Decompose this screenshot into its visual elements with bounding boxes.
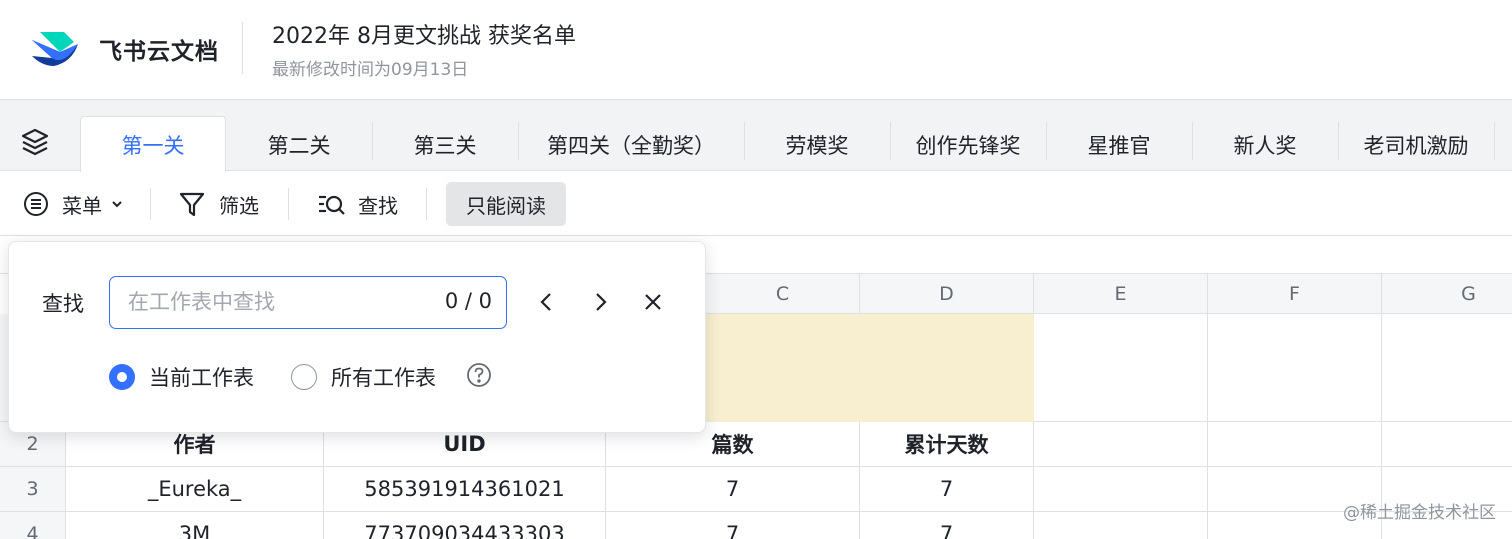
menu-label: 菜单 (62, 193, 102, 218)
filter-button[interactable]: 筛选 (177, 182, 259, 226)
radio-all-sheets-label: 所有工作表 (331, 366, 436, 390)
sheet-tab-6[interactable]: 创作先锋奖 (890, 118, 1046, 171)
app-header: 飞书云文档 2022年 8月更文挑战 获奖名单 最新修改时间为09月13日 (0, 0, 1512, 100)
table-cell[interactable]: 累计天数 (860, 422, 1034, 467)
table-cell[interactable]: 7 (606, 467, 860, 512)
column-header-f[interactable]: F (1208, 274, 1382, 314)
close-icon (645, 294, 661, 310)
row-header-4[interactable]: 4 (0, 512, 66, 539)
sheet-tab-9[interactable]: 老司机激励 (1338, 118, 1494, 171)
table-cell[interactable] (1208, 422, 1382, 467)
sheet-tab-8[interactable]: 新人奖 (1192, 118, 1338, 171)
search-input[interactable] (128, 277, 418, 327)
column-header-d[interactable]: D (860, 274, 1034, 314)
table-cell[interactable] (1034, 422, 1208, 467)
highlighted-title-cell[interactable] (706, 314, 1034, 422)
table-cell[interactable]: 7 (606, 512, 860, 539)
toolbar-divider (288, 188, 289, 220)
header-divider (242, 22, 243, 74)
sheet-tab-3[interactable]: 第三关 (372, 118, 518, 171)
sheet-tab-bar: 第一关 第二关 第三关 第四关（全勤奖） 劳模奖 创作先锋奖 星推官 新人奖 老… (0, 100, 1512, 172)
row-header-3[interactable]: 3 (0, 467, 66, 512)
feishu-logo-icon (32, 32, 78, 66)
radio-current-sheet[interactable]: 当前工作表 (109, 362, 254, 392)
sheet-tab-4[interactable]: 第四关（全勤奖） (518, 118, 744, 171)
chevron-left-icon (540, 293, 551, 311)
table-cell[interactable] (1034, 512, 1208, 539)
toolbar-divider (426, 188, 427, 220)
cell-g1[interactable] (1382, 314, 1512, 422)
sheet-tab-1[interactable]: 第一关 (80, 116, 226, 172)
sheet-toolbar: 菜单 筛选 查找 只能阅读 (0, 172, 1512, 236)
find-panel-label: 查找 (42, 292, 84, 316)
tab-divider (1494, 122, 1495, 160)
radio-unchecked-icon (291, 364, 317, 390)
toolbar-divider (150, 188, 151, 220)
table-cell[interactable]: 7 (860, 512, 1034, 539)
sheet-tab-7[interactable]: 星推官 (1046, 118, 1192, 171)
table-cell[interactable]: 3M (66, 512, 324, 539)
radio-current-sheet-label: 当前工作表 (149, 366, 254, 390)
find-icon (319, 195, 345, 215)
close-find-button[interactable] (635, 284, 671, 320)
next-match-button[interactable] (582, 284, 618, 320)
cell-f1[interactable] (1208, 314, 1382, 422)
match-count: 0 / 0 (444, 289, 492, 313)
table-cell[interactable]: 7 (860, 467, 1034, 512)
table-cell[interactable]: 585391914361021 (324, 467, 606, 512)
brand-name[interactable]: 飞书云文档 (99, 32, 219, 66)
previous-match-button[interactable] (529, 284, 565, 320)
menu-icon (24, 192, 48, 216)
find-input-box[interactable]: 0 / 0 (109, 276, 507, 329)
column-header-e[interactable]: E (1034, 274, 1208, 314)
table-cell[interactable]: _Eureka_ (66, 467, 324, 512)
chevron-down-icon (112, 201, 122, 208)
column-header-g[interactable]: G (1382, 274, 1512, 314)
radio-checked-icon (109, 364, 135, 390)
find-label: 查找 (358, 193, 398, 218)
help-icon[interactable] (466, 362, 492, 388)
watermark: @稀土掘金技术社区 (1343, 503, 1496, 523)
column-header-c[interactable]: C (706, 274, 860, 314)
document-title: 2022年 8月更文挑战 获奖名单 (272, 24, 576, 49)
cell-e1[interactable] (1034, 314, 1208, 422)
filter-icon (179, 192, 205, 217)
filter-label: 筛选 (219, 193, 259, 218)
radio-all-sheets[interactable]: 所有工作表 (291, 362, 436, 392)
chevron-right-icon (596, 293, 607, 311)
sheet-tab-5[interactable]: 劳模奖 (744, 118, 890, 171)
find-panel: 查找 0 / 0 当前工作表 所有工作表 (8, 241, 706, 433)
table-cell[interactable]: 773709034433303 (324, 512, 606, 539)
table-cell[interactable] (1382, 422, 1512, 467)
menu-button[interactable]: 菜单 (22, 182, 124, 226)
last-modified: 最新修改时间为09月13日 (272, 60, 469, 80)
read-only-badge[interactable]: 只能阅读 (446, 182, 566, 226)
layers-icon[interactable] (18, 125, 52, 159)
find-button[interactable]: 查找 (316, 182, 398, 226)
table-cell[interactable] (1034, 467, 1208, 512)
sheet-tab-2[interactable]: 第二关 (226, 118, 372, 171)
